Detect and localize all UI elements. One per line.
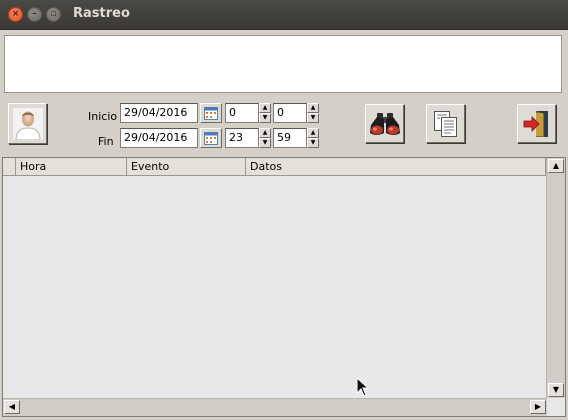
column-header-hora[interactable]: Hora: [16, 158, 127, 176]
fin-date-field[interactable]: 29/04/2016: [120, 128, 198, 148]
table-corner-header: [3, 158, 16, 176]
minimize-window-button[interactable]: –: [27, 7, 42, 22]
exit-button[interactable]: [517, 104, 556, 143]
inicio-calendar-button[interactable]: [200, 103, 222, 123]
fin-calendar-button[interactable]: [200, 128, 222, 148]
column-header-evento[interactable]: Evento: [127, 158, 246, 176]
exit-icon: [523, 110, 548, 137]
scroll-down-arrow-icon[interactable]: ▼: [548, 383, 564, 397]
horizontal-scrollbar[interactable]: ◀ ▶: [3, 398, 547, 416]
user-icon: [12, 107, 43, 140]
vertical-scrollbar[interactable]: ▲ ▼: [546, 158, 565, 398]
fin-hour-spinner[interactable]: ▲ ▼: [259, 128, 271, 148]
maximize-window-button[interactable]: ▫: [46, 7, 61, 22]
events-table[interactable]: Hora Evento Datos ▲ ▼ ◀ ▶: [2, 157, 566, 417]
fin-hour-field[interactable]: 23: [225, 128, 259, 148]
title-bar: × – ▫ Rastreo: [0, 0, 568, 30]
inicio-minute-field[interactable]: 0: [273, 103, 307, 123]
column-header-datos[interactable]: Datos: [246, 158, 546, 176]
fin-minute-spinner[interactable]: ▲ ▼: [307, 128, 319, 148]
inicio-date-field[interactable]: 29/04/2016: [120, 103, 198, 123]
scroll-right-arrow-icon[interactable]: ▶: [530, 400, 546, 414]
scroll-left-arrow-icon[interactable]: ◀: [4, 400, 20, 414]
inicio-hour-spinner[interactable]: ▲ ▼: [259, 103, 271, 123]
copy-icon: [433, 110, 457, 137]
scroll-up-arrow-icon[interactable]: ▲: [548, 159, 564, 173]
binoculars-icon: [369, 112, 400, 135]
inicio-hour-field[interactable]: 0: [225, 103, 259, 123]
search-button[interactable]: [365, 104, 404, 143]
fin-label: Fin: [98, 135, 114, 148]
calendar-icon: [204, 106, 218, 120]
info-text-area[interactable]: [4, 35, 562, 93]
fin-minute-field[interactable]: 59: [273, 128, 307, 148]
inicio-minute-spinner[interactable]: ▲ ▼: [307, 103, 319, 123]
copy-button[interactable]: [426, 104, 465, 143]
close-window-button[interactable]: ×: [8, 7, 23, 22]
user-button[interactable]: [8, 103, 47, 144]
calendar-icon: [204, 131, 218, 145]
window-title: Rastreo: [73, 6, 130, 21]
inicio-label: Inicio: [88, 110, 118, 123]
mouse-cursor-icon: [356, 377, 370, 397]
